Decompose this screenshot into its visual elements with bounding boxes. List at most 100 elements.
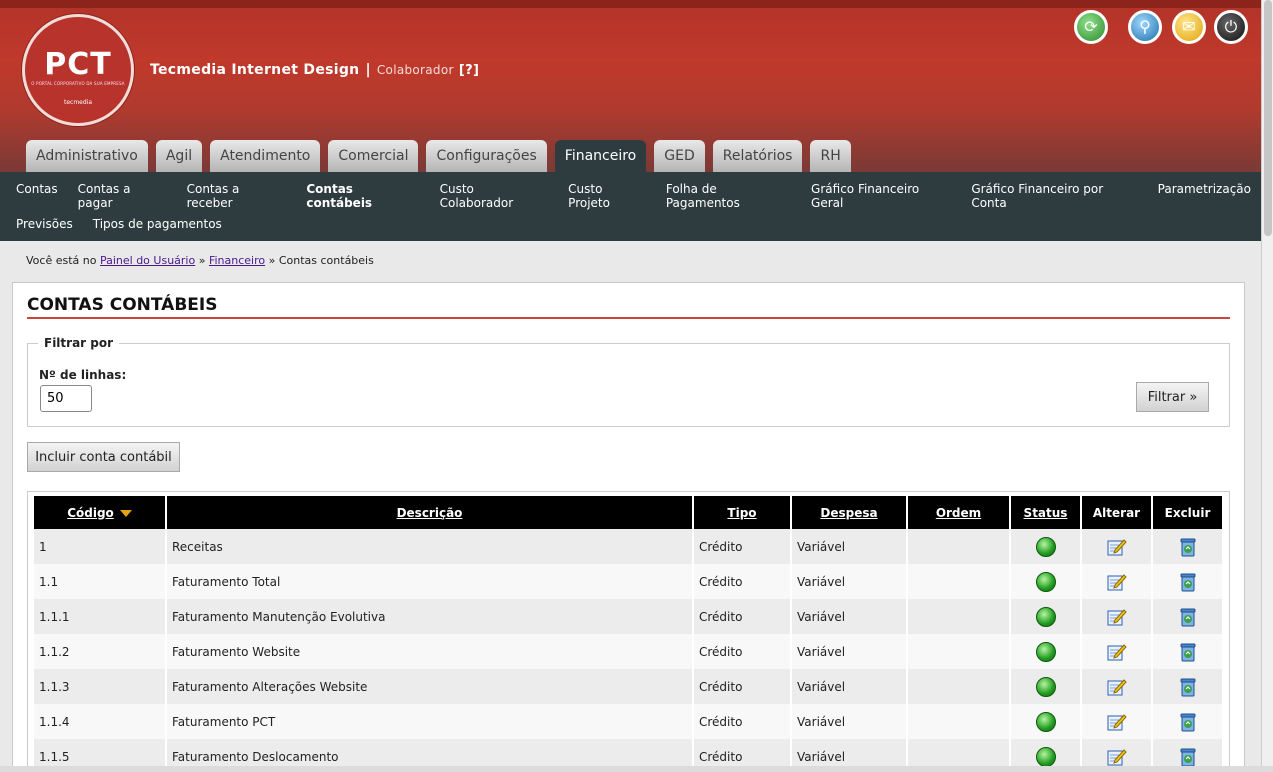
col-codigo[interactable]: Código [34,496,165,529]
trash-icon[interactable] [1179,537,1197,557]
status-active-icon[interactable] [1035,571,1056,592]
table-row: 1 Receitas Crédito Variável [34,529,1222,564]
cell-alterar [1082,599,1151,634]
cell-descricao: Faturamento Total [167,564,692,599]
status-active-icon[interactable] [1035,606,1056,627]
subnav-custo-projeto[interactable]: Custo Projeto [558,182,656,210]
cell-status [1011,599,1080,634]
tab-configuracoes[interactable]: Configurações [426,140,547,172]
horizontal-scrollbar[interactable] [0,766,1273,772]
subnav-grafico-financeiro-geral[interactable]: Gráfico Financeiro Geral [801,182,961,210]
cell-descricao: Faturamento Alterações Website [167,669,692,704]
subnav-contas-a-receber[interactable]: Contas a receber [177,182,297,210]
col-descricao[interactable]: Descrição [167,496,692,529]
breadcrumb: Você está no Painel do Usuário » Finance… [26,254,374,267]
scrollbar-thumb[interactable] [1264,0,1272,236]
col-tipo[interactable]: Tipo [694,496,790,529]
power-icon[interactable]: ⏻ [1214,10,1248,44]
tab-comercial[interactable]: Comercial [328,140,419,172]
trash-icon[interactable] [1179,747,1197,767]
tab-financeiro[interactable]: Financeiro [554,140,647,172]
subnav-custo-colaborador[interactable]: Custo Colaborador [430,182,559,210]
edit-icon[interactable] [1107,678,1127,696]
cell-tipo: Crédito [694,704,790,739]
trash-icon[interactable] [1179,677,1197,697]
trash-icon[interactable] [1179,642,1197,662]
filter-legend: Filtrar por [38,336,120,350]
sort-desc-icon [119,509,132,517]
subnav-folha-de-pagamentos[interactable]: Folha de Pagamentos [656,182,801,210]
subnav-grafico-financeiro-por-conta[interactable]: Gráfico Financeiro por Conta [961,182,1147,210]
tab-atendimento[interactable]: Atendimento [210,140,321,172]
subnav-tipos-de-pagamentos[interactable]: Tipos de pagamentos [83,217,232,231]
help-link[interactable]: [?] [459,63,479,78]
subnav-previsoes[interactable]: Previsões [6,217,83,231]
cell-descricao: Faturamento PCT [167,704,692,739]
edit-icon[interactable] [1107,573,1127,591]
add-account-button[interactable]: Incluir conta contábil [27,442,180,472]
table-row: 1.1.3 Faturamento Alterações Website Crédi… [34,669,1222,704]
subnav-parametrizacao[interactable]: Parametrização [1148,182,1261,210]
subnav-contas-a-pagar[interactable]: Contas a pagar [68,182,177,210]
breadcrumb-link-painel[interactable]: Painel do Usuário [100,254,195,267]
cell-despesa: Variável [792,704,906,739]
subnav-row: Contas Contas a pagar Contas a receber C… [6,182,1261,210]
cell-codigo: 1.1.2 [34,634,165,669]
cell-alterar [1082,564,1151,599]
col-status[interactable]: Status [1011,496,1080,529]
status-active-icon[interactable] [1035,746,1056,767]
tab-agil[interactable]: Agil [155,140,203,172]
logo-brand: tecmedia [63,99,93,106]
cell-status [1011,704,1080,739]
tab-relatorios[interactable]: Relatórios [712,140,803,172]
cell-descricao: Faturamento Website [167,634,692,669]
cell-excluir [1153,669,1222,704]
edit-icon[interactable] [1107,748,1127,766]
header-top-stripe [0,0,1261,8]
accounts-table-container: Código Descrição Tipo Despesa Ordem Stat… [27,491,1230,772]
subnav-contas[interactable]: Contas [6,182,68,210]
status-active-icon[interactable] [1035,676,1056,697]
tab-ged[interactable]: GED [654,140,705,172]
logo-tagline: O PORTAL CORPORATIVO DA SUA EMPRESA [31,81,125,86]
cell-alterar [1082,634,1151,669]
trash-icon[interactable] [1179,572,1197,592]
vertical-scrollbar[interactable] [1261,0,1273,772]
title-divider [27,317,1230,319]
cell-alterar [1082,669,1151,704]
status-active-icon[interactable] [1035,711,1056,732]
cell-excluir [1153,704,1222,739]
trash-icon[interactable] [1179,712,1197,732]
refresh-icon[interactable]: ⟳ [1074,10,1108,44]
messages-icon[interactable]: ✉ [1172,10,1206,44]
edit-icon[interactable] [1107,643,1127,661]
col-despesa[interactable]: Despesa [792,496,906,529]
rows-label: Nº de linhas: [39,368,127,382]
cell-ordem [908,529,1009,564]
status-active-icon[interactable] [1035,641,1056,662]
status-active-icon[interactable] [1035,536,1056,557]
edit-icon[interactable] [1107,608,1127,626]
logo-text: PCT [44,47,112,82]
cell-codigo: 1.1.4 [34,704,165,739]
cell-codigo: 1.1 [34,564,165,599]
col-ordem[interactable]: Ordem [908,496,1009,529]
tab-rh[interactable]: RH [810,140,851,172]
edit-icon[interactable] [1107,538,1127,556]
filter-box: Filtrar por Nº de linhas: Filtrar » [27,336,1230,427]
rows-input[interactable] [40,385,92,412]
company-info: Tecmedia Internet Design | Colaborador [?] [150,62,479,78]
edit-icon[interactable] [1107,713,1127,731]
table-row: 1.1.2 Faturamento Website Crédito Variável [34,634,1222,669]
cell-ordem [908,669,1009,704]
tab-administrativo[interactable]: Administrativo [26,140,148,172]
cell-tipo: Crédito [694,634,790,669]
filter-button[interactable]: Filtrar » [1136,382,1209,412]
cell-status [1011,669,1080,704]
trash-icon[interactable] [1179,607,1197,627]
subnav-contas-contabeis[interactable]: Contas contábeis [296,182,429,210]
search-icon[interactable]: ⚲ [1128,10,1162,44]
breadcrumb-link-financeiro[interactable]: Financeiro [209,254,265,267]
pct-logo[interactable]: PCT O PORTAL CORPORATIVO DA SUA EMPRESA … [22,14,134,126]
cell-excluir [1153,564,1222,599]
